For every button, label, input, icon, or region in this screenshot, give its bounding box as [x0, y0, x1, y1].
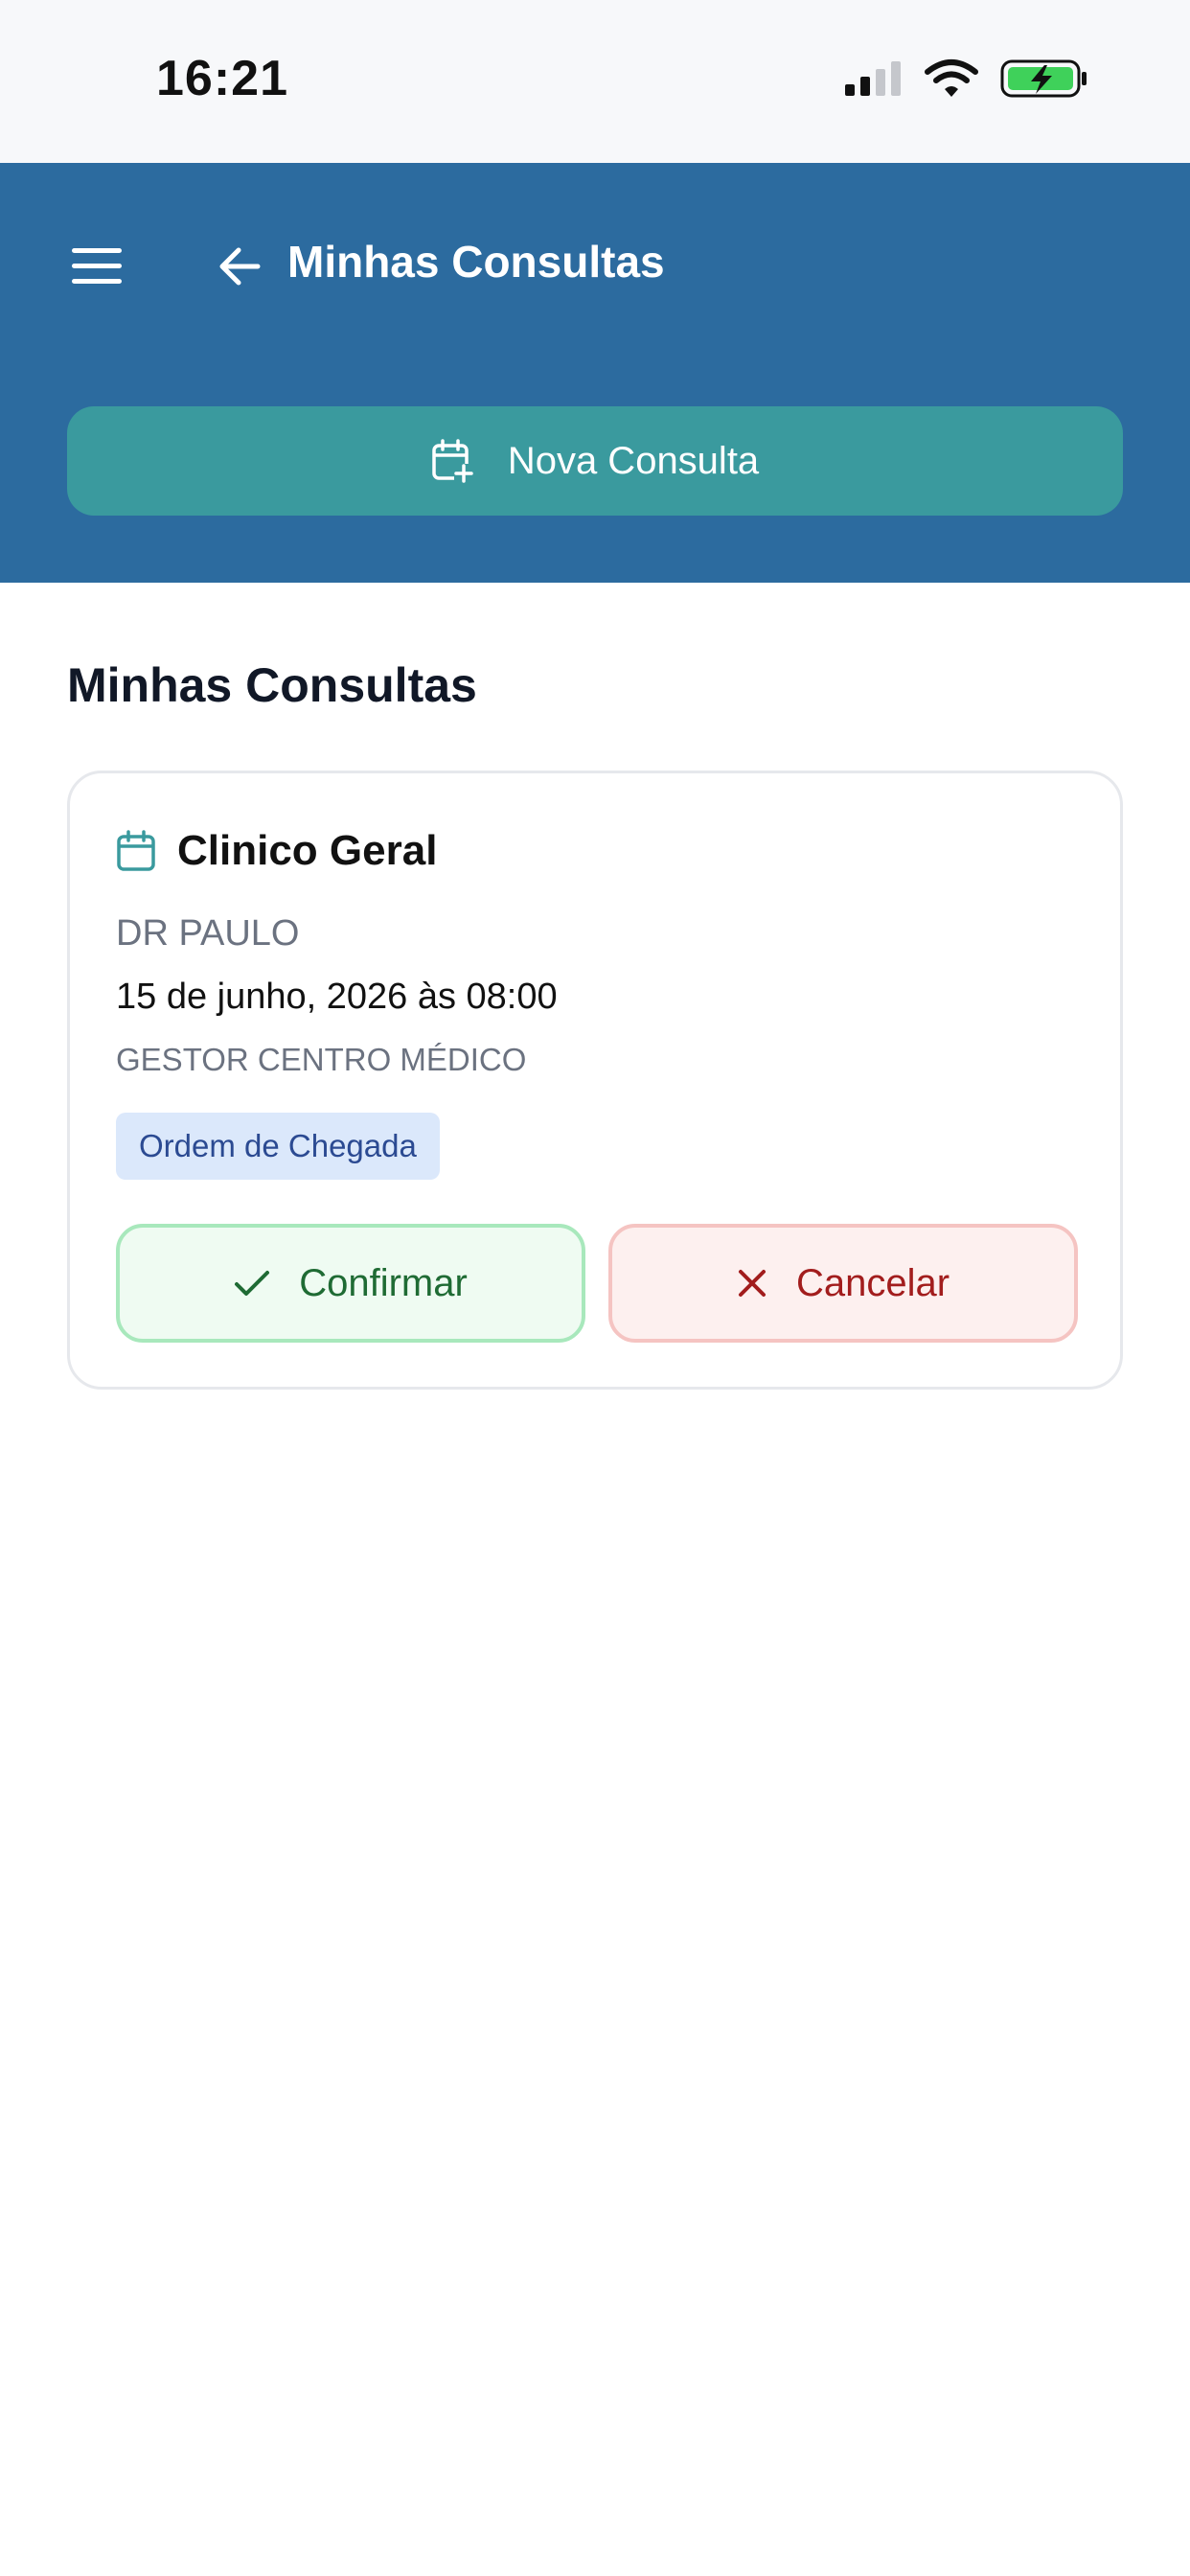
appointment-doctor: DR PAULO: [116, 913, 300, 954]
appointment-datetime: 15 de junho, 2026 às 08:00: [116, 977, 558, 1017]
cancel-label: Cancelar: [795, 1261, 950, 1304]
card-header: Clinico Geral: [116, 827, 437, 875]
arrow-left-icon: [219, 247, 261, 286]
status-bar: 16:21: [0, 0, 1190, 163]
app-header: Minhas Consultas Nova Consulta: [0, 163, 1190, 583]
menu-button[interactable]: [67, 238, 126, 295]
appointment-card: Clinico Geral DR PAULO 15 de junho, 2026…: [67, 770, 1123, 1390]
header-title: Minhas Consultas: [287, 237, 665, 287]
wifi-icon: [925, 59, 978, 97]
status-time: 16:21: [156, 51, 288, 106]
check-icon: [235, 1271, 270, 1296]
new-appointment-button[interactable]: Nova Consulta: [67, 406, 1123, 516]
calendar-plus-icon: [432, 439, 473, 483]
section-title: Minhas Consultas: [67, 658, 477, 712]
close-icon: [738, 1270, 766, 1297]
back-button[interactable]: [213, 240, 266, 293]
appointment-type-badge: Ordem de Chegada: [116, 1113, 440, 1180]
new-appointment-label: Nova Consulta: [507, 439, 760, 482]
confirm-label: Confirmar: [299, 1261, 468, 1304]
confirm-button[interactable]: Confirmar: [116, 1224, 585, 1343]
appointment-location: GESTOR CENTRO MÉDICO: [116, 1042, 527, 1077]
menu-icon: [72, 248, 122, 284]
appointment-specialty: Clinico Geral: [177, 827, 438, 874]
calendar-icon: [117, 830, 155, 871]
battery-charging-icon: [1000, 59, 1087, 98]
status-icons: [843, 58, 1088, 100]
cancel-button[interactable]: Cancelar: [608, 1224, 1078, 1343]
signal-icon: [845, 61, 901, 96]
